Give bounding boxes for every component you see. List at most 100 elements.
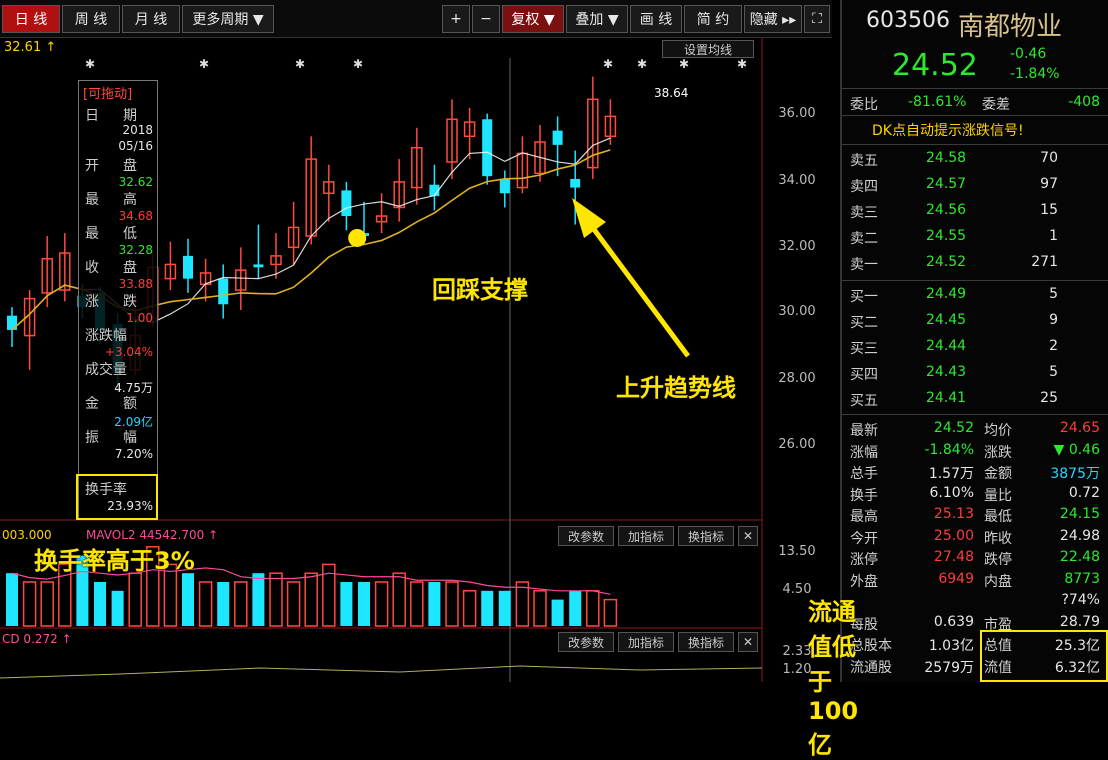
adjust-dropdown[interactable]: 复权 ▼ [502, 5, 564, 33]
candle-body [183, 255, 193, 279]
stat-value: 24.15 [1059, 506, 1100, 522]
bid-volume: 25 [1040, 390, 1058, 406]
annotation-trendline: 上升趋势线 [616, 374, 736, 402]
stat-label: 均价 [984, 423, 1012, 439]
close-icon[interactable]: ✕ [738, 632, 758, 652]
last-price: 24.52 [892, 48, 978, 83]
stat-label: 昨收 [984, 530, 1012, 547]
bid-label: 买二 [850, 315, 878, 331]
ask-row: 卖三 24.56 15 [842, 200, 1108, 221]
overlay-dropdown[interactable]: 叠加 ▼ [566, 5, 628, 33]
volume-bar [533, 590, 547, 627]
vol-header: 003.000 [2, 528, 52, 542]
zoom-out-button[interactable]: − [472, 5, 500, 33]
wei-bi-label: 委比 [850, 97, 878, 113]
bid-volume: 2 [1049, 338, 1058, 354]
ask-label: 卖一 [850, 257, 878, 273]
volume-bar [111, 590, 124, 626]
wei-cha-value: -408 [1068, 94, 1100, 110]
tooltip-open: 32.62 [118, 175, 153, 189]
ask-volume: 1 [1049, 228, 1058, 244]
stat-value: ?74% [1061, 592, 1100, 608]
add-indicator-button[interactable]: 加指标 [618, 526, 674, 546]
quote-panel: 603506 南都物业 24.52 -0.46 -1.84% 委比 -81.61… [840, 0, 1108, 682]
ask-price: 24.52 [926, 254, 967, 270]
float-value-highlight-box [980, 630, 1108, 682]
price-change: -0.46 [1010, 46, 1047, 62]
event-star-icon: ✱ [603, 57, 613, 71]
tooltip-amplitude: 7.20% [114, 447, 153, 461]
annotation-turnover: 换手率高于3% [34, 547, 195, 575]
volume-bar [358, 582, 370, 626]
ask-price: 24.56 [926, 202, 967, 218]
candle-tooltip[interactable]: [可拖动] 日 期 2018 05/16 开 盘 32.62 最 高 34.68… [78, 80, 158, 520]
tooltip-date-md: 05/16 [118, 139, 153, 153]
hide-button[interactable]: 隐藏 ▸▸ [744, 5, 802, 33]
change-param-button[interactable]: 改参数 [558, 526, 614, 546]
stat-row: 今开 25.00 昨收 24.98 [842, 526, 1108, 547]
compact-button[interactable]: 简 约 [684, 5, 742, 33]
event-star-icon: ✱ [199, 57, 209, 71]
tooltip-label: 期 [123, 108, 137, 124]
switch-indicator-button[interactable]: 换指标 [678, 632, 734, 652]
change-param-button[interactable]: 改参数 [558, 632, 614, 652]
stat-row: 涨停 27.48 跌停 22.48 [842, 547, 1108, 568]
volume-bar [128, 572, 142, 627]
stat-row: 换手 6.10% 量比 0.72 [842, 483, 1108, 504]
stat-value: 24.52 [933, 420, 974, 436]
tooltip-label: 高 [123, 192, 137, 208]
period-toolbar: 日 线 周 线 月 线 更多周期 ▼ + − 复权 ▼ 叠加 ▼ 画 线 简 约… [0, 0, 832, 38]
bid-row: 买五 24.41 25 [842, 388, 1108, 409]
volume-bar [217, 582, 230, 626]
volume-bar [586, 590, 600, 627]
weekly-tab[interactable]: 周 线 [62, 5, 120, 33]
ask-label: 卖四 [850, 179, 878, 195]
volume-bar [234, 581, 248, 627]
stat-label: 最低 [984, 509, 1012, 525]
daily-tab[interactable]: 日 线 [2, 5, 60, 33]
wei-bi-row: 委比 -81.61% 委差 -408 [842, 92, 1108, 113]
bid-label: 买一 [850, 289, 878, 305]
stat-label: 跌停 [984, 552, 1012, 568]
bid-label: 买三 [850, 341, 878, 357]
price-change-pct: -1.84% [1010, 66, 1060, 82]
more-periods-dropdown[interactable]: 更多周期 ▼ [182, 5, 274, 33]
signal-banner-link[interactable]: DK点自动提示涨跌信号! [872, 120, 1024, 140]
volume-bar [428, 582, 441, 626]
draw-line-button[interactable]: 画 线 [630, 5, 682, 33]
monthly-tab[interactable]: 月 线 [122, 5, 180, 33]
event-star-icon: ✱ [679, 57, 689, 71]
tooltip-label: 成交量 [85, 362, 127, 378]
stat-value: ▼ 0.46 [1053, 441, 1100, 458]
stat-label: 涨停 [850, 552, 878, 568]
bid-price: 24.44 [926, 338, 967, 354]
fullscreen-icon[interactable]: ⛶ [804, 5, 830, 33]
stat-value: 6.10% [929, 484, 974, 501]
stat-value: 27.48 [933, 549, 974, 565]
stat-value: 2579万 [924, 659, 974, 676]
volume-bar [269, 572, 283, 627]
event-star-icon: ✱ [737, 57, 747, 71]
y-tick: 26.00 [778, 437, 816, 452]
zoom-in-button[interactable]: + [442, 5, 470, 33]
tooltip-label: 幅 [123, 430, 137, 446]
stat-label: 涨幅 [850, 444, 878, 461]
tooltip-close: 33.88 [118, 277, 153, 291]
set-ma-button[interactable]: 设置均线 [662, 40, 754, 58]
tooltip-label: 低 [123, 226, 137, 242]
add-indicator-button[interactable]: 加指标 [618, 632, 674, 652]
stat-value: 1.57万 [928, 466, 974, 482]
stat-row: 最高 25.13 最低 24.15 [842, 504, 1108, 525]
ask-row: 卖二 24.55 1 [842, 226, 1108, 247]
stat-label: 金额 [984, 466, 1012, 482]
bid-row: 买四 24.43 5 [842, 362, 1108, 383]
volume-bar [462, 590, 477, 627]
switch-indicator-button[interactable]: 换指标 [678, 526, 734, 546]
trend-arrow-head [572, 198, 606, 238]
stat-value: 0.72 [1068, 484, 1100, 501]
close-icon[interactable]: ✕ [738, 526, 758, 546]
stat-label: 外盘 [850, 573, 878, 590]
annotation-pullback: 回踩支撑 [432, 276, 528, 304]
ask-label: 卖五 [850, 153, 878, 169]
wei-cha-label: 委差 [982, 97, 1010, 113]
